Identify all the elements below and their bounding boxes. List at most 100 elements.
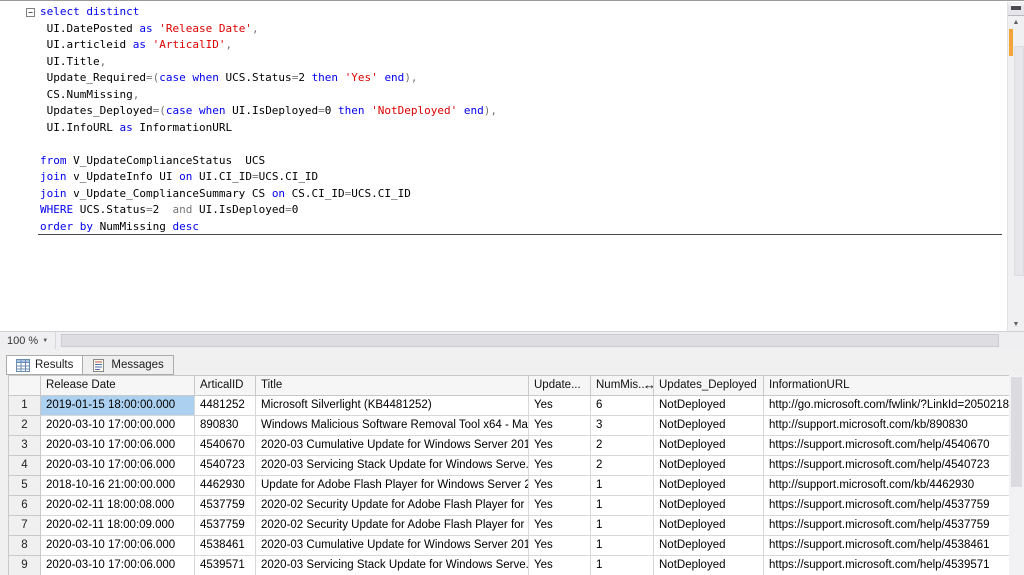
column-header-update-required[interactable]: Update... — [529, 376, 591, 396]
scroll-up-arrow-icon[interactable]: ▲ — [1008, 16, 1024, 30]
grid-scrollbar-thumb[interactable] — [1011, 377, 1022, 487]
row-header[interactable]: 1 — [9, 396, 41, 416]
editor-vertical-scrollbar[interactable]: ▲ ▼ — [1007, 2, 1024, 332]
grid-cell-release-date[interactable]: 2018-10-16 21:00:00.000 — [41, 476, 195, 496]
grid-cell-artical-id[interactable]: 4540670 — [195, 436, 256, 456]
grid-cell-title[interactable]: 2020-03 Cumulative Update for Windows Se… — [256, 536, 529, 556]
grid-cell-artical-id[interactable]: 4481252 — [195, 396, 256, 416]
row-header[interactable]: 3 — [9, 436, 41, 456]
grid-cell-artical-id[interactable]: 4537759 — [195, 516, 256, 536]
grid-cell-information-url[interactable]: https://support.microsoft.com/help/45384… — [764, 536, 1009, 556]
grid-cell-release-date[interactable]: 2020-03-10 17:00:06.000 — [41, 536, 195, 556]
column-header-release-date[interactable]: Release Date — [41, 376, 195, 396]
column-header-updates-deployed[interactable]: Updates_Deployed — [654, 376, 764, 396]
column-header-row-number[interactable] — [9, 376, 41, 396]
grid-cell-information-url[interactable]: http://support.microsoft.com/kb/4462930 — [764, 476, 1009, 496]
grid-cell-num-missing[interactable]: 1 — [591, 516, 654, 536]
grid-cell-updates-deployed[interactable]: NotDeployed — [654, 536, 764, 556]
row-header[interactable]: 6 — [9, 496, 41, 516]
grid-cell-information-url[interactable]: http://support.microsoft.com/kb/890830 — [764, 416, 1009, 436]
code-line[interactable]: Updates_Deployed=(case when UI.IsDeploye… — [0, 103, 1006, 120]
grid-cell-updates-deployed[interactable]: NotDeployed — [654, 496, 764, 516]
grid-cell-title[interactable]: 2020-03 Servicing Stack Update for Windo… — [256, 456, 529, 476]
code-line[interactable]: order by NumMissing desc — [0, 219, 1006, 236]
zoom-select[interactable]: 100 % ▼ — [0, 332, 57, 349]
grid-cell-updates-deployed[interactable]: NotDeployed — [654, 516, 764, 536]
code-line[interactable]: join v_Update_ComplianceSummary CS on CS… — [0, 186, 1006, 203]
grid-cell-title[interactable]: Update for Adobe Flash Player for Window… — [256, 476, 529, 496]
code-line[interactable]: WHERE UCS.Status=2 and UI.IsDeployed=0 — [0, 202, 1006, 219]
code-line[interactable]: UI.articleid as 'ArticalID', — [0, 37, 1006, 54]
grid-cell-update-required[interactable]: Yes — [529, 396, 591, 416]
grid-cell-updates-deployed[interactable]: NotDeployed — [654, 456, 764, 476]
row-header[interactable]: 4 — [9, 456, 41, 476]
grid-cell-release-date[interactable]: 2020-03-10 17:00:00.000 — [41, 416, 195, 436]
column-header-artical-id[interactable]: ArticalID — [195, 376, 256, 396]
grid-cell-update-required[interactable]: Yes — [529, 476, 591, 496]
sql-editor[interactable]: − select distinct UI.DatePosted as 'Relea… — [0, 0, 1024, 332]
code-line[interactable]: UI.InfoURL as InformationURL — [0, 120, 1006, 137]
grid-cell-title[interactable]: 2020-02 Security Update for Adobe Flash … — [256, 496, 529, 516]
grid-cell-release-date[interactable]: 2020-03-10 17:00:06.000 — [41, 456, 195, 476]
editor-scrollbar-thumb[interactable] — [1014, 46, 1024, 276]
grid-cell-title[interactable]: 2020-03 Cumulative Update for Windows Se… — [256, 436, 529, 456]
splitter-handle[interactable] — [1008, 5, 1024, 16]
grid-cell-update-required[interactable]: Yes — [529, 496, 591, 516]
tab-results[interactable]: Results — [6, 355, 84, 375]
grid-cell-num-missing[interactable]: 3 — [591, 416, 654, 436]
tab-messages[interactable]: Messages — [83, 355, 174, 375]
code-line[interactable]: − select distinct — [0, 4, 1006, 21]
grid-cell-artical-id[interactable]: 4538461 — [195, 536, 256, 556]
grid-cell-num-missing[interactable]: 2 — [591, 436, 654, 456]
grid-cell-release-date[interactable]: 2020-02-11 18:00:08.000 — [41, 496, 195, 516]
code-line[interactable]: UI.Title, — [0, 54, 1006, 71]
grid-cell-artical-id[interactable]: 4462930 — [195, 476, 256, 496]
code-line[interactable]: from V_UpdateComplianceStatus UCS — [0, 153, 1006, 170]
row-header[interactable]: 2 — [9, 416, 41, 436]
grid-cell-update-required[interactable]: Yes — [529, 536, 591, 556]
column-header-title[interactable]: Title — [256, 376, 529, 396]
row-header[interactable]: 8 — [9, 536, 41, 556]
grid-cell-update-required[interactable]: Yes — [529, 516, 591, 536]
grid-cell-title[interactable]: 2020-02 Security Update for Adobe Flash … — [256, 516, 529, 536]
grid-cell-artical-id[interactable]: 4537759 — [195, 496, 256, 516]
row-header[interactable]: 7 — [9, 516, 41, 536]
code-line[interactable]: Update_Required=(case when UCS.Status=2 … — [0, 70, 1006, 87]
column-header-num-missing[interactable]: NumMis... — [591, 376, 654, 396]
grid-cell-update-required[interactable]: Yes — [529, 436, 591, 456]
grid-cell-updates-deployed[interactable]: NotDeployed — [654, 556, 764, 575]
grid-cell-information-url[interactable]: https://support.microsoft.com/help/45395… — [764, 556, 1009, 575]
fold-collapse-box[interactable]: − — [26, 4, 40, 21]
row-header[interactable]: 5 — [9, 476, 41, 496]
grid-cell-update-required[interactable]: Yes — [529, 416, 591, 436]
grid-cell-update-required[interactable]: Yes — [529, 456, 591, 476]
grid-cell-release-date[interactable]: 2020-03-10 17:00:06.000 — [41, 556, 195, 575]
grid-cell-updates-deployed[interactable]: NotDeployed — [654, 416, 764, 436]
code-line[interactable] — [0, 136, 1006, 153]
grid-cell-title[interactable]: Windows Malicious Software Removal Tool … — [256, 416, 529, 436]
grid-cell-num-missing[interactable]: 1 — [591, 556, 654, 575]
grid-cell-artical-id[interactable]: 4540723 — [195, 456, 256, 476]
grid-cell-information-url[interactable]: http://go.microsoft.com/fwlink/?LinkId=2… — [764, 396, 1009, 416]
grid-cell-update-required[interactable]: Yes — [529, 556, 591, 575]
grid-cell-information-url[interactable]: https://support.microsoft.com/help/45407… — [764, 456, 1009, 476]
code-line[interactable]: UI.DatePosted as 'Release Date', — [0, 21, 1006, 38]
grid-cell-num-missing[interactable]: 6 — [591, 396, 654, 416]
grid-cell-information-url[interactable]: https://support.microsoft.com/help/45377… — [764, 496, 1009, 516]
grid-cell-updates-deployed[interactable]: NotDeployed — [654, 396, 764, 416]
column-header-information-url[interactable]: InformationURL — [764, 376, 1009, 396]
grid-cell-num-missing[interactable]: 1 — [591, 536, 654, 556]
grid-cell-updates-deployed[interactable]: NotDeployed — [654, 476, 764, 496]
grid-cell-title[interactable]: Microsoft Silverlight (KB4481252) — [256, 396, 529, 416]
grid-cell-artical-id[interactable]: 890830 — [195, 416, 256, 436]
grid-vertical-scrollbar[interactable] — [1009, 375, 1024, 575]
grid-cell-release-date[interactable]: 2019-01-15 18:00:00.000 — [41, 396, 195, 416]
grid-cell-num-missing[interactable]: 1 — [591, 496, 654, 516]
grid-cell-information-url[interactable]: https://support.microsoft.com/help/45377… — [764, 516, 1009, 536]
editor-horizontal-scrollbar[interactable] — [56, 332, 1007, 349]
code-line[interactable]: CS.NumMissing, — [0, 87, 1006, 104]
scroll-down-arrow-icon[interactable]: ▼ — [1008, 318, 1024, 332]
grid-cell-release-date[interactable]: 2020-03-10 17:00:06.000 — [41, 436, 195, 456]
hscrollbar-thumb[interactable] — [61, 334, 999, 347]
grid-cell-information-url[interactable]: https://support.microsoft.com/help/45406… — [764, 436, 1009, 456]
